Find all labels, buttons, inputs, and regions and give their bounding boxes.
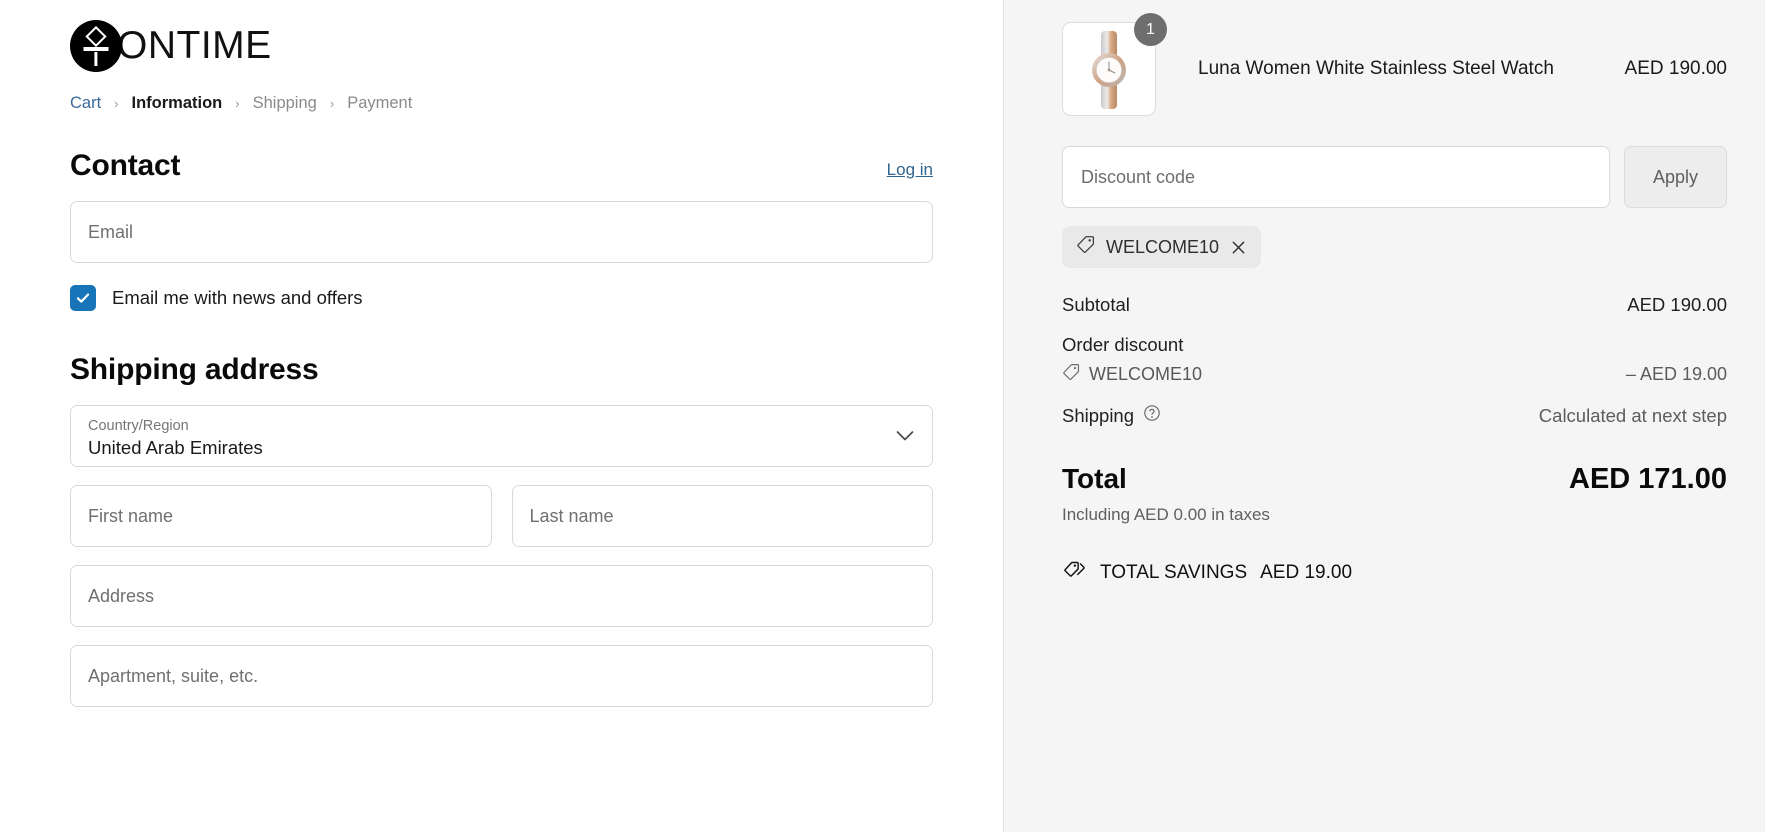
double-tag-icon [1062, 559, 1087, 587]
taxes-note: Including AED 0.00 in taxes [1062, 505, 1270, 524]
shipping-row: Shipping Calculated at next step [1062, 404, 1727, 427]
ontime-watch-logo-icon [70, 20, 122, 72]
discount-code-input[interactable]: Discount code [1062, 146, 1610, 208]
product-name: Luna Women White Stainless Steel Watch [1198, 58, 1554, 79]
breadcrumb: Cart › Information › Shipping › Payment [70, 94, 933, 113]
quantity-badge: 1 [1134, 13, 1167, 46]
breadcrumb-item-information[interactable]: Information [132, 94, 223, 113]
brand-name: ONTIME [117, 24, 272, 67]
apartment-placeholder: Apartment, suite, etc. [88, 665, 259, 686]
discount-code-placeholder: Discount code [1081, 166, 1196, 187]
total-savings-row: TOTAL SAVINGS AED 19.00 [1062, 559, 1727, 587]
breadcrumb-item-shipping: Shipping [252, 94, 317, 112]
address-placeholder: Address [88, 585, 155, 606]
apply-discount-button[interactable]: Apply [1624, 146, 1727, 208]
discount-code-row: Discount code Apply [1062, 146, 1727, 208]
remove-discount-icon[interactable] [1230, 239, 1247, 256]
login-link[interactable]: Log in [887, 160, 933, 180]
tag-icon [1076, 235, 1095, 259]
checkout-form-panel: ONTIME Cart › Information › Shipping › P… [0, 0, 1004, 832]
applied-discount-chip: WELCOME10 [1062, 226, 1262, 268]
shipping-value: Calculated at next step [1538, 404, 1727, 426]
discount-code-row-summary: WELCOME10 – AED 19.00 [1062, 363, 1727, 386]
product-thumbnail-wrap: 1 [1062, 13, 1167, 116]
newsletter-checkbox-row[interactable]: Email me with news and offers [70, 285, 933, 311]
discount-amount: – AED 19.00 [1625, 364, 1727, 384]
first-name-placeholder: First name [88, 505, 174, 526]
tag-icon [1062, 363, 1080, 386]
total-row: Total AED 171.00 [1062, 463, 1727, 496]
chevron-right-icon: › [114, 96, 119, 111]
first-name-field[interactable]: First name [70, 485, 492, 547]
subtotal-row: Subtotal AED 190.00 [1062, 294, 1727, 316]
total-savings-label: TOTAL SAVINGS [1100, 562, 1248, 583]
total-value: AED 171.00 [1569, 463, 1727, 495]
email-placeholder: Email [88, 221, 134, 242]
chevron-right-icon: › [329, 96, 335, 111]
address-field[interactable]: Address [70, 565, 933, 627]
brand-logo[interactable]: ONTIME [70, 0, 933, 74]
email-field[interactable]: Email [70, 201, 933, 263]
subtotal-value: AED 190.00 [1627, 294, 1727, 315]
apartment-field[interactable]: Apartment, suite, etc. [70, 645, 933, 707]
help-icon[interactable] [1143, 404, 1161, 427]
subtotal-label: Subtotal [1062, 294, 1130, 315]
order-totals: Subtotal AED 190.00 Order discount WELCO… [1062, 294, 1727, 587]
contact-header: Contact Log in [70, 149, 933, 183]
order-summary-panel: 1 Luna Women White Stainless Steel Watch… [1004, 0, 1765, 832]
contact-title: Contact [70, 149, 181, 182]
check-icon [76, 293, 90, 303]
shipping-label: Shipping [1062, 404, 1135, 426]
newsletter-checkbox[interactable] [70, 285, 96, 311]
shipping-address-title: Shipping address [70, 353, 319, 386]
chevron-down-icon [896, 426, 914, 447]
last-name-field[interactable]: Last name [511, 485, 933, 547]
last-name-placeholder: Last name [529, 505, 614, 526]
total-label: Total [1062, 463, 1127, 494]
checkout-page: ONTIME Cart › Information › Shipping › P… [0, 0, 1765, 832]
country-region-select[interactable]: Country/Region United Arab Emirates [70, 405, 933, 467]
total-savings-value: AED 19.00 [1260, 562, 1353, 583]
order-discount-label: Order discount [1062, 334, 1184, 355]
discount-code-name: WELCOME10 [1089, 364, 1203, 384]
chevron-right-icon: › [235, 96, 240, 111]
breadcrumb-item-payment: Payment [347, 94, 413, 112]
order-discount-row: Order discount [1062, 334, 1727, 356]
country-region-label: Country/Region [88, 417, 189, 434]
product-price: AED 190.00 [1624, 58, 1727, 79]
country-region-value: United Arab Emirates [88, 437, 263, 459]
breadcrumb-item-cart[interactable]: Cart [70, 94, 101, 113]
order-line-item: 1 Luna Women White Stainless Steel Watch… [1062, 13, 1727, 116]
applied-discount-code: WELCOME10 [1106, 236, 1220, 257]
newsletter-label: Email me with news and offers [112, 287, 363, 308]
